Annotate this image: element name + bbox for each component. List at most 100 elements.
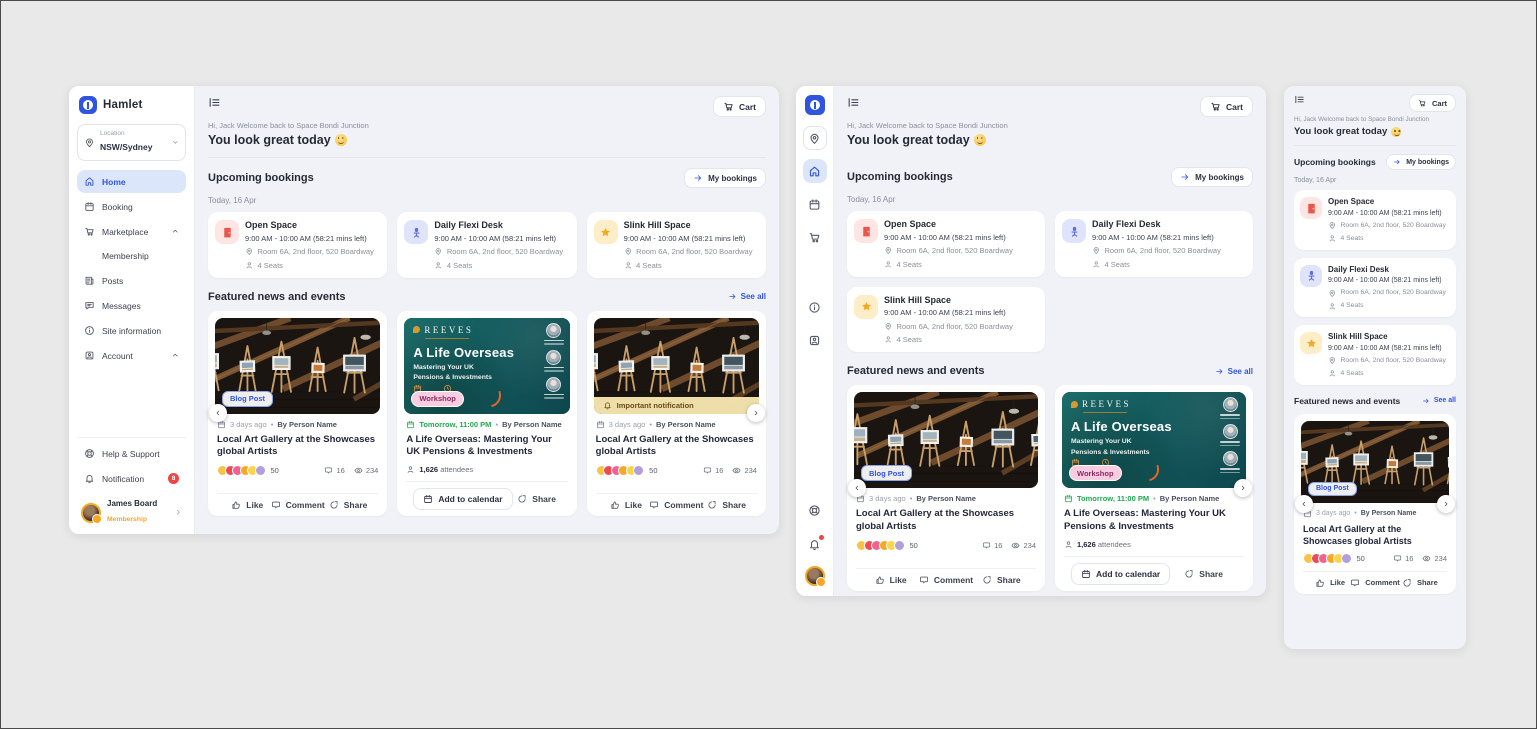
reaction-emojis[interactable] — [217, 465, 266, 476]
post-title: Local Art Gallery at the Showcases globa… — [856, 508, 1036, 534]
rail-marketplace-button[interactable] — [803, 225, 827, 249]
sidebar-item-marketplace[interactable]: Marketplace — [77, 220, 186, 243]
share-button[interactable]: Share — [325, 500, 372, 510]
see-all-link[interactable]: See all — [1422, 397, 1456, 405]
comment-icon — [1393, 554, 1402, 563]
bookings-grid: Open Space 9:00 AM - 10:00 AM (58:21 min… — [208, 212, 766, 278]
rail-home-button[interactable] — [803, 159, 827, 183]
location-selector[interactable]: Location NSW/Sydney — [77, 124, 186, 161]
carousel-prev-button[interactable] — [848, 479, 866, 497]
reaction-emojis[interactable] — [856, 540, 905, 551]
greeting-subtitle: Hi, Jack Welcome back to Space Bondi Jun… — [208, 121, 766, 130]
screenshot-canvas: Hamlet Location NSW/Sydney Home Booking — [0, 0, 1537, 729]
sidebar-toggle-icon[interactable] — [1294, 94, 1305, 105]
app-logo[interactable]: Hamlet — [77, 96, 186, 124]
comment-button[interactable]: Comment — [271, 500, 325, 510]
my-bookings-button[interactable]: My bookings — [1171, 167, 1253, 187]
booking-card[interactable]: Slink Hill Space 9:00 AM - 10:00 AM (58:… — [847, 287, 1045, 353]
my-bookings-button[interactable]: My bookings — [1386, 154, 1456, 170]
reaction-emojis[interactable] — [1303, 553, 1352, 564]
reaction-count: 50 — [910, 541, 918, 550]
share-button[interactable]: Share — [974, 575, 1029, 585]
post-card-event[interactable]: REEVES A Life Overseas Mastering Your UK… — [397, 311, 576, 517]
share-button[interactable]: Share — [1170, 569, 1237, 579]
add-to-calendar-button[interactable]: Add to calendar — [413, 488, 512, 510]
booking-card[interactable]: Daily Flexi Desk 9:00 AM - 10:00 AM (58:… — [397, 212, 576, 278]
sidebar-item-site-information[interactable]: Site information — [77, 319, 186, 342]
carousel-prev-button[interactable] — [209, 404, 227, 422]
like-button[interactable]: Like — [863, 575, 918, 585]
comment-button[interactable]: Comment — [918, 575, 973, 585]
like-button[interactable]: Like — [603, 500, 650, 510]
booking-card[interactable]: Open Space 9:00 AM - 10:00 AM (58:21 min… — [208, 212, 387, 278]
rail-account-button[interactable] — [803, 328, 827, 352]
cart-button[interactable]: Cart — [1409, 94, 1456, 112]
carousel-next-button[interactable] — [1437, 495, 1455, 513]
cart-button[interactable]: Cart — [1200, 96, 1253, 117]
see-all-link[interactable]: See all — [728, 292, 766, 301]
map-pin-icon — [884, 322, 893, 331]
add-to-calendar-button[interactable]: Add to calendar — [1071, 563, 1170, 585]
cart-button[interactable]: Cart — [713, 96, 766, 117]
rail-notification-button[interactable] — [803, 532, 827, 556]
booking-card[interactable]: Slink Hill Space 9:00 AM - 10:00 AM (58:… — [1294, 325, 1456, 385]
like-button[interactable]: Like — [1310, 578, 1350, 588]
carousel-next-button[interactable] — [747, 404, 765, 422]
hamlet-logo-icon[interactable] — [805, 95, 825, 115]
sidebar-toggle-icon[interactable] — [847, 96, 860, 109]
post-image: Blog Post — [854, 392, 1038, 488]
see-all-link[interactable]: See all — [1215, 367, 1253, 376]
sidebar-item-posts[interactable]: Posts — [77, 269, 186, 292]
sidebar-item-help[interactable]: Help & Support — [77, 442, 186, 465]
rail-location-button[interactable] — [803, 126, 827, 150]
rail-site-information-button[interactable] — [803, 295, 827, 319]
booking-card[interactable]: Daily Flexi Desk 9:00 AM - 10:00 AM (58:… — [1294, 258, 1456, 318]
like-button[interactable]: Like — [224, 500, 271, 510]
booking-card[interactable]: Open Space 9:00 AM - 10:00 AM (58:21 min… — [1294, 190, 1456, 250]
share-button[interactable]: Share — [513, 494, 561, 504]
share-button[interactable]: Share — [1400, 578, 1440, 588]
carousel-next-button[interactable] — [1234, 479, 1252, 497]
desk-icon — [404, 220, 428, 244]
sidebar-item-booking[interactable]: Booking — [77, 195, 186, 218]
reaction-emojis[interactable] — [596, 465, 645, 476]
carousel-prev-button[interactable] — [1295, 495, 1313, 513]
user-profile[interactable]: James Board Membership — [77, 492, 186, 526]
comments-count[interactable]: 16 — [703, 466, 723, 475]
avatar[interactable] — [805, 566, 825, 586]
sidebar-item-notification[interactable]: Notification 8 — [77, 467, 186, 490]
post-title: A Life Overseas: Mastering Your UK Pensi… — [406, 434, 567, 460]
sidebar-item-label: Booking — [102, 202, 133, 212]
speaker-avatar — [1220, 451, 1240, 473]
post-badge: Blog Post — [861, 465, 912, 481]
views-count: 234 — [1422, 554, 1447, 563]
person-icon — [1328, 369, 1337, 378]
rail-booking-button[interactable] — [803, 192, 827, 216]
booking-card[interactable]: Daily Flexi Desk 9:00 AM - 10:00 AM (58:… — [1055, 211, 1253, 277]
booking-card[interactable]: Open Space 9:00 AM - 10:00 AM (58:21 min… — [847, 211, 1045, 277]
rail-help-button[interactable] — [803, 498, 827, 522]
sidebar-item-home[interactable]: Home — [77, 170, 186, 193]
sidebar-item-label: Help & Support — [102, 449, 160, 459]
comments-count[interactable]: 16 — [982, 541, 1002, 550]
post-card-event[interactable]: REEVES A Life Overseas Mastering Your UK… — [1055, 385, 1253, 591]
post-card-blog[interactable]: Blog Post 3 days ago • By Person Name Lo… — [208, 311, 387, 517]
comment-button[interactable]: Comment — [1350, 578, 1400, 588]
post-card-blog[interactable]: Blog Post 3 days ago • By Person Name Lo… — [847, 385, 1045, 591]
sidebar-item-membership[interactable]: Membership — [77, 245, 186, 267]
my-bookings-button[interactable]: My bookings — [684, 168, 766, 188]
comments-count[interactable]: 16 — [324, 466, 344, 475]
sidebar-toggle-icon[interactable] — [208, 96, 221, 109]
post-title: Local Art Gallery at the Showcases globa… — [217, 434, 378, 460]
sidebar-item-messages[interactable]: Messages — [77, 294, 186, 317]
post-card-blog[interactable]: Blog Post 3 days ago • By Person Name Lo… — [1294, 414, 1456, 594]
share-button[interactable]: Share — [703, 500, 750, 510]
comment-button[interactable]: Comment — [649, 500, 703, 510]
post-badge: Workshop — [1069, 465, 1122, 481]
sidebar-item-account[interactable]: Account — [77, 344, 186, 367]
map-pin-icon — [245, 247, 254, 256]
door-icon — [1300, 197, 1322, 219]
booking-card[interactable]: Slink Hill Space 9:00 AM - 10:00 AM (58:… — [587, 212, 766, 278]
post-card-blog[interactable]: Important notification 3 days ago • By P… — [587, 311, 766, 517]
comments-count[interactable]: 16 — [1393, 554, 1413, 563]
